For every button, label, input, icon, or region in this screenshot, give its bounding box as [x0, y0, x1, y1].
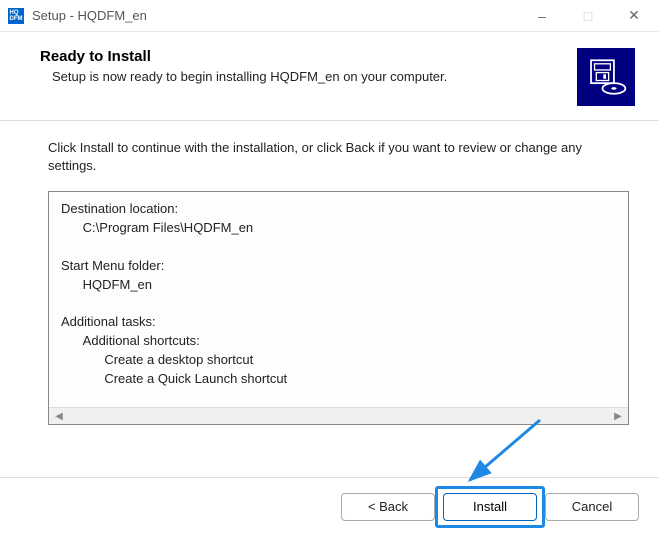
window-title: Setup - HQDFM_en — [32, 8, 519, 23]
instruction-text: Click Install to continue with the insta… — [48, 139, 629, 175]
cancel-button[interactable]: Cancel — [545, 493, 639, 521]
back-button[interactable]: < Back — [341, 493, 435, 521]
horizontal-scrollbar[interactable]: ◀ ▶ — [49, 407, 628, 424]
app-icon: HQDFM — [8, 8, 24, 24]
install-summary-box: Destination location: C:\Program Files\H… — [48, 191, 629, 425]
main-content: Click Install to continue with the insta… — [0, 121, 659, 435]
minimize-button[interactable]: – — [519, 0, 565, 31]
header: Ready to Install Setup is now ready to b… — [0, 32, 659, 120]
install-summary-text: Destination location: C:\Program Files\H… — [49, 192, 628, 407]
close-button[interactable]: ✕ — [611, 0, 657, 31]
page-subtitle: Setup is now ready to begin installing H… — [40, 69, 561, 84]
scroll-left-icon[interactable]: ◀ — [51, 411, 67, 422]
install-button[interactable]: Install — [443, 493, 537, 521]
setup-disk-icon — [577, 48, 635, 106]
titlebar: HQDFM Setup - HQDFM_en – □ ✕ — [0, 0, 659, 32]
maximize-button: □ — [565, 0, 611, 31]
page-title: Ready to Install — [40, 48, 561, 65]
scroll-right-icon[interactable]: ▶ — [610, 411, 626, 422]
button-bar: < Back Install Cancel — [0, 477, 659, 535]
window-controls: – □ ✕ — [519, 0, 657, 31]
